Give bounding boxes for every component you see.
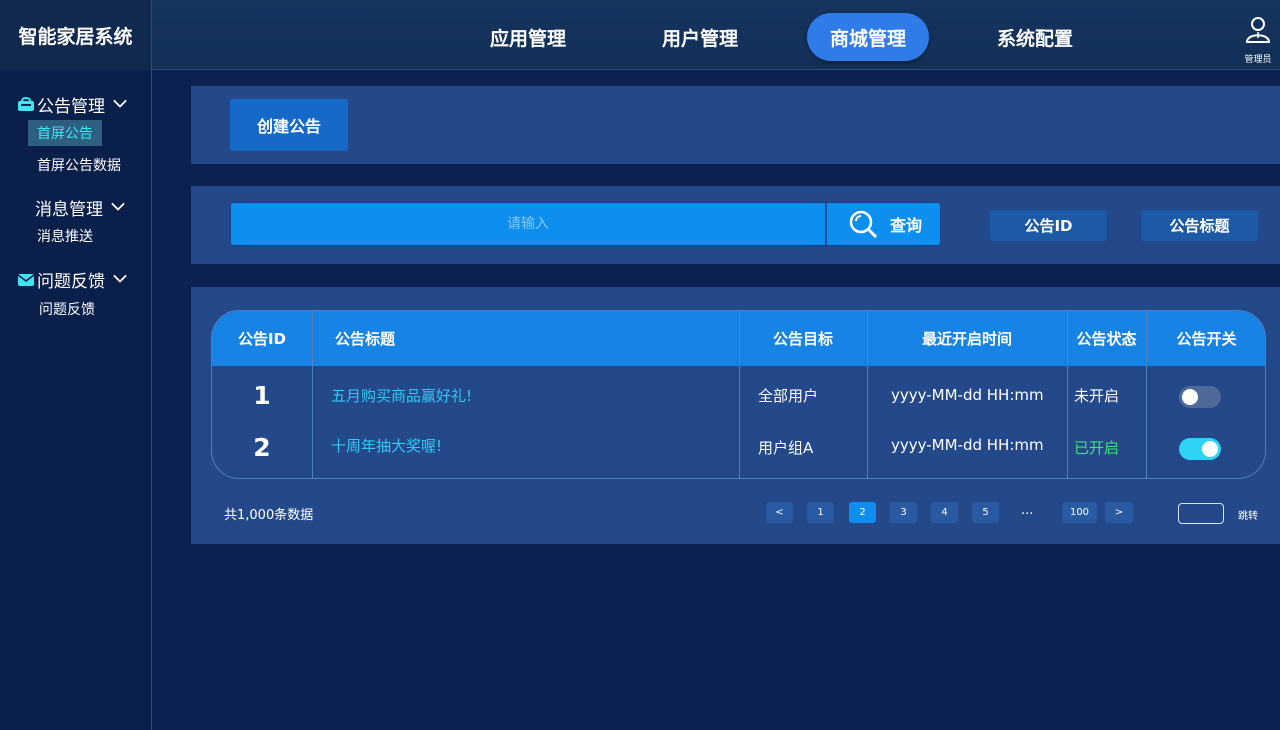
tab-user-management[interactable]: 用户管理 <box>646 13 754 61</box>
top-header: 智能家居系统 应用管理 用户管理 商城管理 系统配置 管理员 <box>0 0 1280 70</box>
toggle-knob <box>1202 441 1218 457</box>
sidebar-item-home-announcement-data[interactable]: 首屏公告数据 <box>28 152 130 178</box>
chevron-down-icon <box>111 200 125 214</box>
sidebar-item-message-push[interactable]: 消息推送 <box>28 223 102 249</box>
jump-page-input[interactable] <box>1178 503 1224 524</box>
tab-system-config[interactable]: 系统配置 <box>981 13 1089 61</box>
row-1-title[interactable]: 五月购买商品赢好礼! <box>331 370 731 420</box>
column-header-id: 公告ID <box>237 330 287 348</box>
prev-page-button[interactable]: < <box>766 502 793 523</box>
user-icon <box>1243 14 1273 48</box>
row-1-target: 全部用户 <box>758 386 819 405</box>
filter-announcement-title[interactable]: 公告标题 <box>1141 210 1258 241</box>
pagination-ellipsis: ... <box>1021 503 1034 518</box>
sidebar-group-announcements[interactable]: 公告管理 <box>0 90 152 118</box>
admin-label: 管理员 <box>1244 55 1272 65</box>
page-button-5[interactable]: 5 <box>972 502 999 523</box>
total-count: 共1,000条数据 <box>224 508 314 523</box>
sidebar-group-label: 消息管理 <box>35 199 103 220</box>
column-header-status: 公告状态 <box>1076 330 1137 348</box>
filter-announcement-id[interactable]: 公告ID <box>990 210 1107 241</box>
search-input[interactable] <box>231 203 825 245</box>
tab-mall-management[interactable]: 商城管理 <box>807 13 929 61</box>
chevron-down-icon <box>113 97 127 111</box>
sidebar-item-home-announcement[interactable]: 首屏公告 <box>28 120 102 146</box>
column-header-target: 公告目标 <box>772 330 833 348</box>
create-announcement-button[interactable]: 创建公告 <box>230 99 348 151</box>
column-divider <box>1067 311 1068 478</box>
jump-label[interactable]: 跳转 <box>1238 507 1258 522</box>
create-panel <box>191 86 1280 164</box>
column-divider <box>867 311 868 478</box>
page-button-2[interactable]: 2 <box>849 502 876 523</box>
row-2-status: 已开启 <box>1074 438 1120 457</box>
sidebar-group-feedback[interactable]: 问题反馈 <box>0 265 152 293</box>
app-title: 智能家居系统 <box>0 0 152 70</box>
column-divider <box>312 311 313 478</box>
row-1-status: 未开启 <box>1074 386 1120 405</box>
row-2-time: yyyy-MM-dd HH:mm <box>891 436 1044 454</box>
sidebar-item-feedback[interactable]: 问题反馈 <box>30 296 104 322</box>
page-button-1[interactable]: 1 <box>807 502 834 523</box>
next-page-button[interactable]: > <box>1105 502 1133 523</box>
mail-icon <box>17 270 35 288</box>
column-header-switch: 公告开关 <box>1176 330 1237 348</box>
sidebar-group-messages[interactable]: 消息管理 <box>0 193 152 221</box>
column-header-title: 公告标题 <box>335 330 396 348</box>
search-icon <box>848 209 878 239</box>
sidebar-group-label: 公告管理 <box>37 96 105 117</box>
column-header-time: 最近开启时间 <box>921 330 1012 348</box>
row-2-title[interactable]: 十周年抽大奖喔! <box>331 420 731 470</box>
search-button[interactable]: 查询 <box>829 203 941 245</box>
page-button-4[interactable]: 4 <box>931 502 958 523</box>
page-button-3[interactable]: 3 <box>890 502 917 523</box>
row-2-switch-toggle[interactable] <box>1179 438 1221 460</box>
sidebar-group-label: 问题反馈 <box>37 271 105 292</box>
announcement-table: 公告ID 公告标题 公告目标 最近开启时间 公告状态 公告开关 1 五月购买商品… <box>211 310 1266 479</box>
toggle-knob <box>1182 389 1198 405</box>
tab-app-management[interactable]: 应用管理 <box>474 13 582 61</box>
admin-profile[interactable]: 管理员 <box>1236 14 1280 68</box>
search-box: 查询 <box>230 202 941 246</box>
search-divider <box>825 203 827 245</box>
row-1-time: yyyy-MM-dd HH:mm <box>891 386 1044 404</box>
row-1-id: 1 <box>253 380 271 410</box>
column-divider <box>1146 311 1147 478</box>
bag-icon <box>17 95 35 113</box>
last-page-button[interactable]: 100 <box>1062 502 1097 523</box>
row-2-id: 2 <box>253 432 271 462</box>
search-button-label: 查询 <box>889 216 922 235</box>
chevron-down-icon <box>113 272 127 286</box>
column-divider <box>739 311 740 478</box>
row-1-switch-toggle[interactable] <box>1179 386 1221 408</box>
row-2-target: 用户组A <box>758 438 814 457</box>
